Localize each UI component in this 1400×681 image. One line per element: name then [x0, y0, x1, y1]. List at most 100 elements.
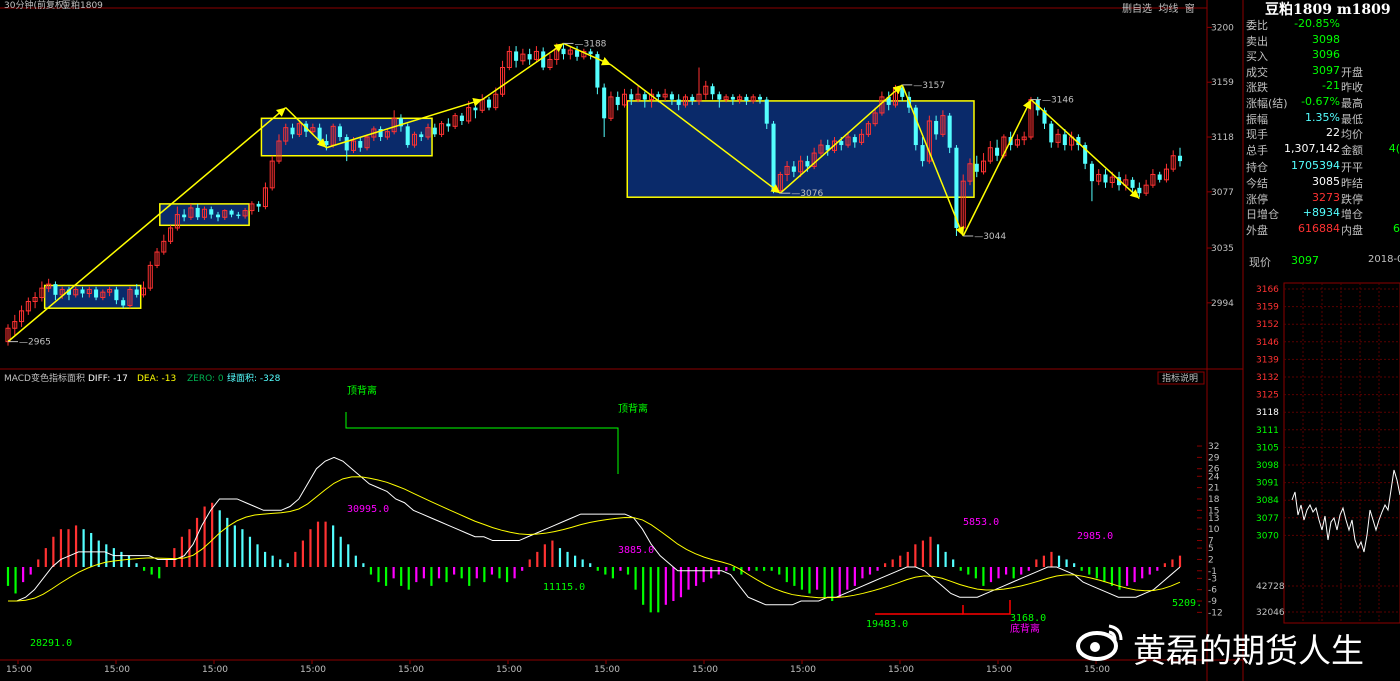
- quote-row-label2: 开盘: [1341, 65, 1363, 79]
- candle-body: [209, 209, 214, 215]
- candle: [520, 48, 526, 65]
- watermark-text: 黄磊的期货人生: [1133, 631, 1364, 670]
- candle-body: [53, 284, 58, 295]
- candle: [1049, 120, 1054, 148]
- candle: [987, 141, 993, 164]
- green-area-value: 绿面积: -328: [227, 372, 281, 384]
- quote-row: 涨跌 -21 昨收: [1243, 79, 1400, 94]
- quote-row: 总手 1,307,142 金额 4(: [1243, 141, 1400, 157]
- quote-row-value: -20.85%: [1294, 17, 1340, 30]
- candle: [32, 292, 38, 309]
- time-label: 15:00: [496, 665, 522, 675]
- price-mark-label: —3044: [974, 232, 1006, 242]
- macd-annotation: 30995.0: [347, 504, 389, 515]
- time-axis: 15:00 15:00 15:00 15:00 15:00 15:00 15:00 15:00…: [6, 660, 1110, 675]
- consolidation-boxes: [43, 100, 975, 309]
- quote-row-value2: 4(: [1388, 141, 1400, 155]
- candle: [479, 94, 485, 113]
- quote-row-label2: 昨结: [1341, 177, 1363, 190]
- weibo-logo-icon: [1076, 624, 1123, 661]
- menu-window[interactable]: 窗: [1185, 4, 1195, 15]
- candle-body: [791, 166, 796, 172]
- candle-body: [676, 99, 681, 105]
- period-label: 30分钟(前复权): [4, 0, 67, 11]
- candle-body: [324, 141, 329, 146]
- price-mark-label: —3146: [1042, 96, 1074, 106]
- candle-body: [1177, 155, 1183, 162]
- quote-row: 外盘 616884 内盘 6: [1243, 221, 1400, 237]
- candle-body: [561, 48, 566, 55]
- candle: [1170, 150, 1176, 172]
- candle-body: [669, 94, 674, 100]
- candle: [1143, 179, 1149, 196]
- time-label: 15:00: [104, 665, 130, 675]
- macd-tick-label: 2: [1208, 555, 1214, 565]
- candle-body: [514, 51, 519, 61]
- quote-row-label2: 均价: [1341, 128, 1363, 142]
- candle: [662, 88, 668, 101]
- quote-row-label: 现手: [1246, 128, 1268, 142]
- candle-body: [114, 289, 119, 301]
- quote-row-label: 外盘: [1246, 223, 1268, 237]
- menu-del-watch[interactable]: 删自选: [1122, 4, 1152, 15]
- macd-annotation: 3885.0: [618, 545, 654, 556]
- candle-body: [527, 54, 532, 60]
- candle-body: [730, 96, 735, 100]
- quote-row-label2: 跌停: [1341, 192, 1363, 206]
- time-label: 15:00: [202, 665, 228, 675]
- candle: [913, 104, 918, 151]
- macd-tick-label: 32: [1208, 442, 1219, 452]
- candle: [39, 281, 45, 302]
- price-tick-label: 3118: [1211, 133, 1234, 143]
- candle-body: [195, 207, 200, 218]
- quote-row: 涨幅(结) -0.67% 最高: [1243, 95, 1400, 110]
- candle-body: [94, 289, 99, 298]
- candle: [547, 54, 553, 71]
- candle-body: [182, 214, 187, 218]
- candle-body: [473, 107, 478, 111]
- quote-row-value: 3098: [1312, 32, 1340, 46]
- menu-ma[interactable]: 均线: [1158, 4, 1178, 15]
- candle: [514, 46, 519, 68]
- macd-annotation: 顶背离: [347, 384, 377, 397]
- candle-body: [757, 96, 763, 100]
- candle-body: [947, 115, 952, 148]
- quote-row-label: 日增仓: [1246, 208, 1279, 222]
- time-label: 15:00: [398, 665, 424, 675]
- quote-row-value: 1.35%: [1305, 110, 1340, 124]
- candle-body: [588, 51, 593, 55]
- candle-body: [1103, 174, 1108, 183]
- explain-button[interactable]: 指标说明: [1157, 371, 1205, 385]
- quote-row-label2: 开平: [1341, 161, 1363, 175]
- candle-body: [934, 120, 939, 135]
- macd-tick-label: -3: [1208, 574, 1217, 584]
- candle: [1083, 142, 1088, 170]
- candle: [432, 123, 437, 138]
- candle: [168, 225, 174, 245]
- quote-row-value: 3273: [1312, 190, 1340, 204]
- candle: [561, 43, 566, 60]
- candle: [696, 67, 702, 105]
- quote-row-label2: 最高: [1341, 97, 1363, 110]
- candle-body: [405, 126, 410, 146]
- candle: [947, 112, 952, 154]
- consolidation-box: [43, 284, 142, 309]
- price-tick-label: 3159: [1211, 78, 1234, 88]
- candle-body: [642, 94, 647, 100]
- candle: [473, 100, 478, 119]
- dea-value: DEA: -13: [137, 374, 176, 384]
- price-mark-label: —3188: [575, 39, 607, 49]
- time-label: 15:00: [594, 665, 620, 675]
- candle-body: [344, 137, 349, 151]
- quote-row-label: 买入: [1246, 50, 1268, 64]
- candle: [344, 134, 349, 162]
- quote-row-label2: 增仓: [1341, 208, 1363, 222]
- candle: [140, 281, 147, 298]
- candle-body: [121, 300, 126, 306]
- quote-row-label: 卖出: [1246, 34, 1268, 48]
- candle: [439, 120, 445, 138]
- quote-row-label: 委比: [1246, 19, 1268, 32]
- candle: [161, 234, 167, 255]
- quote-row-value: 616884: [1298, 221, 1340, 235]
- candle-body: [744, 96, 749, 101]
